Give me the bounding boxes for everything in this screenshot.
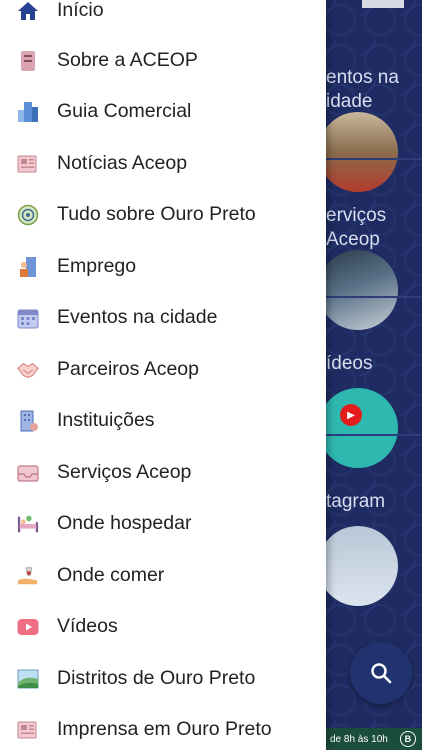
compass-icon xyxy=(17,204,39,226)
menu-item-distritos-de-ouro-preto[interactable]: Distritos de Ouro Preto xyxy=(0,653,326,704)
menu-item-guia-comercial[interactable]: Guia Comercial xyxy=(0,86,326,137)
buildings-icon xyxy=(17,101,39,123)
press-icon xyxy=(17,719,39,741)
menu-item-label: Emprego xyxy=(57,255,137,277)
card-title-line: idade xyxy=(326,91,373,112)
bottom-banner-text: de 8h às 10h xyxy=(330,733,388,745)
menu-item-label: Distritos de Ouro Preto xyxy=(57,667,256,689)
menu-item-onde-hospedar[interactable]: Onde hospedar xyxy=(0,498,326,549)
card-divider xyxy=(326,158,422,160)
menu-item-label: Início xyxy=(57,0,104,21)
menu-item-imprensa-em-ouro-preto[interactable]: Imprensa em Ouro Preto xyxy=(0,704,326,750)
card-title-line: ídeos xyxy=(326,353,373,374)
card-thumb-videos[interactable] xyxy=(318,388,398,468)
card-divider xyxy=(326,296,422,298)
bed-icon xyxy=(17,513,39,535)
dining-icon xyxy=(17,565,39,587)
calendar-icon xyxy=(17,307,39,329)
menu-item-label: Eventos na cidade xyxy=(57,306,218,328)
b-badge-icon: B xyxy=(399,731,416,747)
navigation-drawer: Início Sobre a ACEOP Guia Comercial Notí… xyxy=(0,0,326,750)
notebook-icon xyxy=(17,50,39,72)
card-thumb-instagram[interactable] xyxy=(318,526,398,606)
menu-item-label: Tudo sobre Ouro Preto xyxy=(57,203,256,225)
youtube-icon xyxy=(17,616,39,638)
app-logo xyxy=(362,0,404,8)
home-icon xyxy=(17,0,39,22)
newspaper-icon xyxy=(17,153,39,175)
menu-item-emprego[interactable]: Emprego xyxy=(0,241,326,292)
search-fab-button[interactable] xyxy=(350,642,412,704)
menu-item-parceiros-aceop[interactable]: Parceiros Aceop xyxy=(0,344,326,395)
menu-item-onde-comer[interactable]: Onde comer xyxy=(0,550,326,601)
menu-item-inicio[interactable]: Início xyxy=(0,0,326,36)
menu-item-label: Onde comer xyxy=(57,564,165,586)
card-title-servicos[interactable]: erviços Aceop xyxy=(326,204,386,252)
menu-item-sobre-aceop[interactable]: Sobre a ACEOP xyxy=(0,35,326,86)
search-icon xyxy=(371,663,392,684)
menu-item-label: Serviços Aceop xyxy=(57,461,192,483)
inbox-icon xyxy=(17,462,39,484)
card-title-line: erviços xyxy=(326,205,387,226)
menu-item-label: Guia Comercial xyxy=(57,100,192,122)
menu-item-videos[interactable]: Vídeos xyxy=(0,601,326,652)
card-title-videos[interactable]: ídeos xyxy=(326,352,372,376)
card-title-line: Aceop xyxy=(326,229,380,250)
worker-icon xyxy=(17,256,39,278)
card-title-instagram[interactable]: tagram xyxy=(326,490,385,514)
card-thumb-eventos[interactable] xyxy=(318,112,398,192)
menu-item-label: Vídeos xyxy=(57,615,118,637)
menu-item-tudo-sobre-ouro-preto[interactable]: Tudo sobre Ouro Preto xyxy=(0,189,326,240)
card-divider xyxy=(326,434,422,436)
menu-item-label: Sobre a ACEOP xyxy=(57,49,198,71)
bottom-banner[interactable]: de 8h às 10h B xyxy=(326,728,422,750)
card-title-line: tagram xyxy=(326,491,386,512)
landscape-icon xyxy=(17,668,39,690)
menu-item-servicos-aceop[interactable]: Serviços Aceop xyxy=(0,447,326,498)
menu-item-label: Onde hospedar xyxy=(57,512,192,534)
menu-item-label: Parceiros Aceop xyxy=(57,358,199,380)
menu-item-noticias-aceop[interactable]: Notícias Aceop xyxy=(0,138,326,189)
card-title-line: entos na xyxy=(326,67,399,88)
institution-icon xyxy=(17,410,39,432)
play-icon: ▶ xyxy=(340,404,362,426)
menu-item-label: Notícias Aceop xyxy=(57,152,188,174)
handshake-icon xyxy=(17,359,39,381)
menu-item-instituicoes[interactable]: Instituições xyxy=(0,395,326,446)
card-title-eventos[interactable]: entos na idade xyxy=(326,66,399,114)
menu-item-label: Imprensa em Ouro Preto xyxy=(57,718,272,740)
menu-item-eventos-na-cidade[interactable]: Eventos na cidade xyxy=(0,292,326,343)
card-thumb-servicos[interactable] xyxy=(318,250,398,330)
menu-item-label: Instituições xyxy=(57,409,155,431)
